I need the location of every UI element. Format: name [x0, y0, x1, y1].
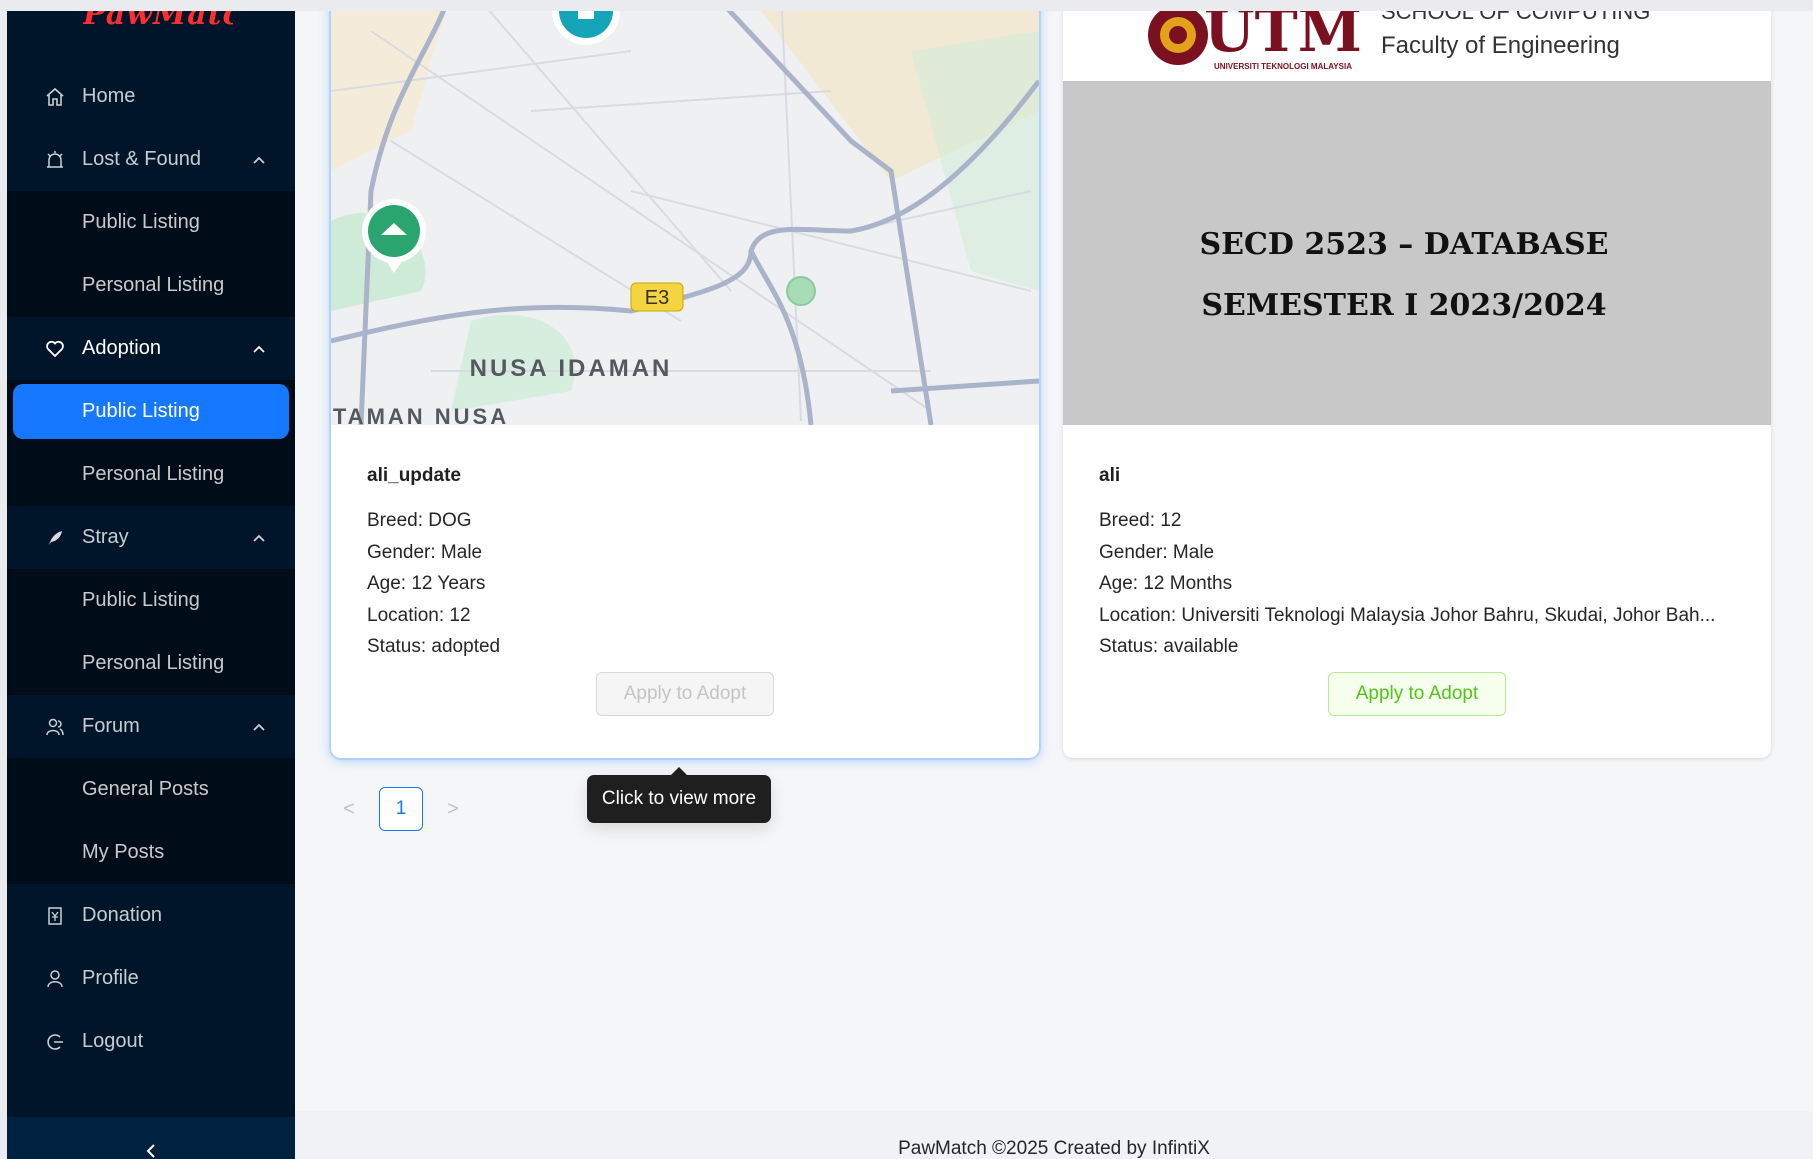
chevron-left-icon [146, 1144, 155, 1158]
sidebar-item-home[interactable]: Home [7, 65, 295, 128]
pet-gender: Gender: Male [1099, 541, 1215, 563]
pet-gender: Gender: Male [367, 541, 483, 563]
map-area-label: NUSA IDAMAN [470, 355, 673, 382]
chevron-up-icon [253, 156, 265, 164]
sidebar-item-label: Personal Listing [82, 652, 225, 674]
sidebar-item-donation[interactable]: Donation [7, 884, 295, 947]
sidebar-item-label: Personal Listing [82, 274, 225, 296]
user-icon [45, 969, 65, 989]
sidebar-item-label: Public Listing [82, 589, 200, 611]
apply-to-adopt-button[interactable]: Apply to Adopt [1328, 672, 1506, 716]
sidebar: PawMatch Home Lost & Found Public Listin… [7, 11, 295, 1159]
pet-status: Status: adopted [367, 636, 501, 657]
chevron-up-icon [253, 345, 265, 353]
sidebar-item-forum[interactable]: Forum [7, 695, 295, 758]
sidebar-item-adoption-public[interactable]: Public Listing [7, 380, 295, 443]
sidebar-item-label: Lost & Found [82, 148, 201, 170]
pet-breed: Breed: 12 [1099, 510, 1182, 531]
cover-school-text: SCHOOL OF COMPUTING [1381, 11, 1650, 24]
sidebar-item-label: Logout [82, 1030, 144, 1052]
sidebar-item-label: Public Listing [82, 400, 200, 422]
sidebar-item-adoption-personal[interactable]: Personal Listing [7, 443, 295, 506]
sidebar-item-label: Donation [82, 904, 163, 926]
pet-status: Status: available [1099, 636, 1239, 657]
utm-slide-image: UTM UNIVERSITI TEKNOLOGI MALAYSIA SCHOOL… [1063, 11, 1771, 425]
sidebar-collapse-button[interactable] [7, 1117, 295, 1159]
sidebar-item-lost-public[interactable]: Public Listing [7, 191, 295, 254]
tooltip: Click to view more [587, 767, 771, 823]
sidebar-item-stray-public[interactable]: Public Listing [7, 569, 295, 632]
pagination: < 1 > [327, 787, 475, 831]
footer-text: PawMatch ©2025 Created by InfintiX [898, 1138, 1210, 1159]
sidebar-item-stray[interactable]: Stray [7, 506, 295, 569]
sidebar-item-forum-myposts[interactable]: My Posts [7, 821, 295, 884]
sidebar-item-label: General Posts [82, 778, 209, 800]
home-icon [45, 87, 65, 107]
account-book-icon [45, 906, 65, 926]
pet-breed: Breed: DOG [367, 510, 472, 531]
alarm-icon [45, 150, 65, 170]
map-area-label-2: TAMAN NUSA [333, 404, 509, 425]
main-content: E3 NUSA IDAMAN TAMAN NUSA ali_update Bre… [295, 11, 1813, 1159]
feather-icon [45, 528, 65, 548]
sidebar-item-label: Home [82, 85, 136, 107]
sidebar-item-label: Forum [82, 715, 140, 737]
pet-name: ali [1099, 465, 1121, 486]
sidebar-item-lost-personal[interactable]: Personal Listing [7, 254, 295, 317]
pet-card-body: ali_update Breed: DOG Gender: Male Age: … [367, 465, 1009, 663]
sidebar-item-profile[interactable]: Profile [7, 947, 295, 1010]
pet-name: ali_update [367, 465, 461, 486]
utm-logo-text: UTM [1204, 11, 1362, 65]
sidebar-item-label: My Posts [82, 841, 165, 863]
pagination-page-1[interactable]: 1 [379, 787, 423, 831]
sidebar-item-forum-general[interactable]: General Posts [7, 758, 295, 821]
chevron-up-icon [253, 534, 265, 542]
cover-title-line1: SECD 2523 – DATABASE [1199, 227, 1608, 262]
apply-to-adopt-button[interactable]: Apply to Adopt [596, 672, 774, 716]
pet-card[interactable]: UTM UNIVERSITI TEKNOLOGI MALAYSIA SCHOOL… [1063, 11, 1771, 758]
utm-logo-subtext: UNIVERSITI TEKNOLOGI MALAYSIA [1214, 62, 1352, 71]
pet-location: Location: Universiti Teknologi Malaysia … [1099, 604, 1716, 626]
pet-card-body: ali Breed: 12 Gender: Male Age: 12 Month… [1099, 465, 1741, 663]
footer: PawMatch ©2025 Created by InfintiX [295, 1111, 1813, 1159]
pet-location: Location: 12 [367, 604, 471, 626]
sidebar-item-stray-personal[interactable]: Personal Listing [7, 632, 295, 695]
map-road-label: E3 [645, 287, 669, 309]
sidebar-item-label: Stray [82, 526, 129, 548]
pet-age: Age: 12 Months [1099, 573, 1233, 594]
chevron-up-icon [253, 723, 265, 731]
cover-title-line2: SEMESTER I 2023/2024 [1201, 288, 1606, 323]
pet-cover-map: E3 NUSA IDAMAN TAMAN NUSA [331, 11, 1039, 425]
sidebar-menu: Home Lost & Found Public Listing Persona… [7, 65, 295, 1073]
pet-age: Age: 12 Years [367, 573, 486, 594]
sidebar-item-label: Public Listing [82, 211, 200, 233]
pagination-next-button[interactable]: > [431, 787, 475, 831]
sidebar-item-label: Profile [82, 967, 139, 989]
pagination-prev-button[interactable]: < [327, 787, 371, 831]
sidebar-item-label: Personal Listing [82, 463, 225, 485]
heart-icon [45, 339, 65, 359]
sidebar-item-label: Adoption [82, 337, 161, 359]
cover-faculty-text: Faculty of Engineering [1381, 32, 1620, 59]
app-window: PawMatch Home Lost & Found Public Listin… [7, 11, 1813, 1159]
brand-logo: PawMatch [83, 11, 233, 25]
map-image: E3 NUSA IDAMAN TAMAN NUSA [331, 11, 1039, 425]
sidebar-item-adoption[interactable]: Adoption [7, 317, 295, 380]
logout-icon [45, 1032, 65, 1052]
pet-cover-image: UTM UNIVERSITI TEKNOLOGI MALAYSIA SCHOOL… [1063, 11, 1771, 425]
pet-card[interactable]: E3 NUSA IDAMAN TAMAN NUSA ali_update Bre… [331, 11, 1039, 758]
sidebar-item-lost-found[interactable]: Lost & Found [7, 128, 295, 191]
team-icon [45, 717, 65, 737]
sidebar-item-logout[interactable]: Logout [7, 1010, 295, 1073]
